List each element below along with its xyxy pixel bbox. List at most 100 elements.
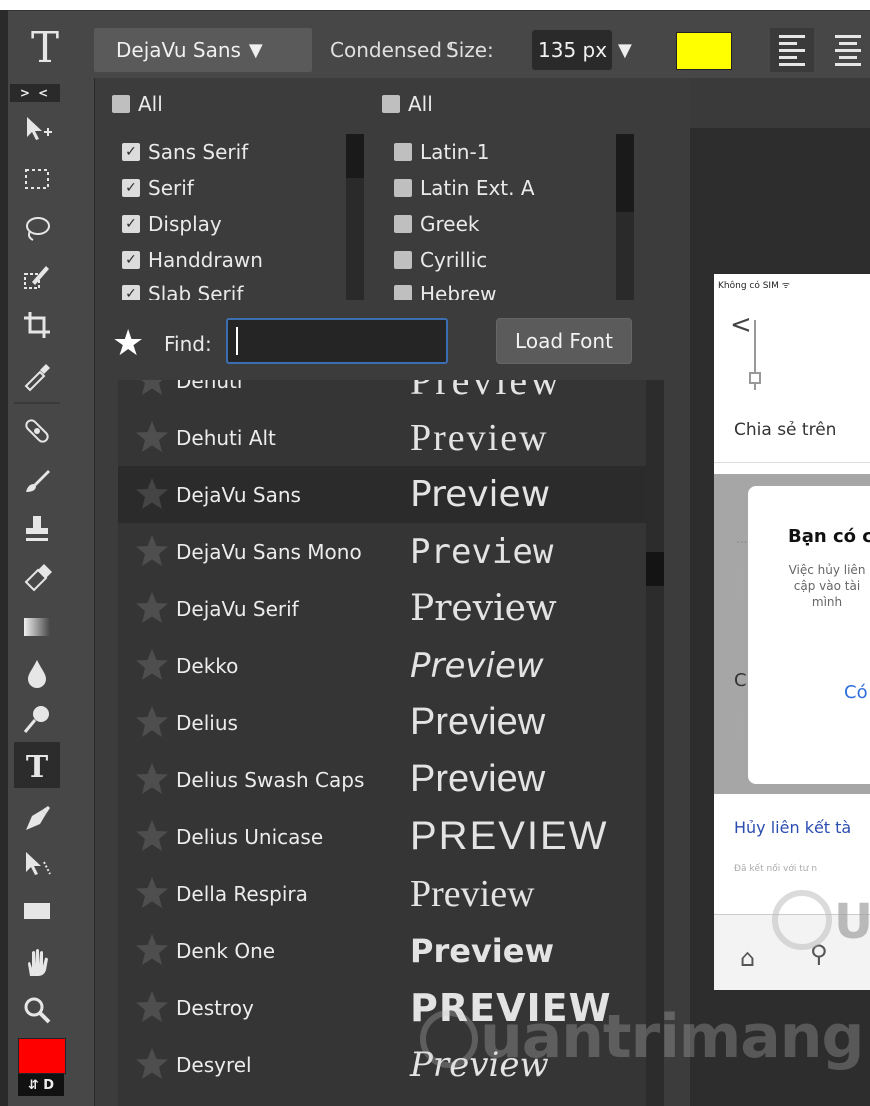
- brush-tool[interactable]: [14, 458, 60, 504]
- favorite-star-icon[interactable]: [132, 645, 172, 685]
- favorite-star-icon[interactable]: [132, 873, 172, 913]
- font-list-scrollbar[interactable]: [646, 380, 664, 1106]
- category-item[interactable]: ✓ Sans Serif: [122, 140, 248, 164]
- magnifier-icon: [24, 997, 51, 1024]
- font-name: Dekko: [176, 653, 239, 678]
- watermark-logo-icon: [420, 1010, 478, 1068]
- font-list-item[interactable]: Delius Preview: [118, 694, 646, 751]
- type-tool[interactable]: T: [14, 742, 60, 788]
- dialog-yes-button: Có: [844, 682, 868, 703]
- dodge-tool[interactable]: [14, 696, 60, 742]
- font-list-item[interactable]: Dehuti Alt Preview: [118, 409, 646, 466]
- favorite-star-icon[interactable]: [132, 531, 172, 571]
- script-scroll-thumb[interactable]: [616, 134, 634, 212]
- swap-default-colors-button[interactable]: ⇵ D: [18, 1074, 64, 1096]
- font-list-item[interactable]: Delius Swash Caps Preview: [118, 751, 646, 808]
- font-family-value: DejaVu Sans: [116, 38, 241, 62]
- eyedropper-icon: [24, 364, 50, 392]
- favorite-star-icon[interactable]: [132, 759, 172, 799]
- text-caret: [236, 327, 238, 355]
- collapse-toolbar-button[interactable]: > <: [10, 84, 60, 102]
- favorite-star-icon[interactable]: [132, 816, 172, 856]
- find-font-input[interactable]: [226, 318, 448, 364]
- script-list: Latin-1 Latin Ext. A Greek Cyrillic Hebr…: [388, 134, 616, 300]
- favorite-star-icon[interactable]: [132, 987, 172, 1027]
- phone-connected-text: Đã kết nối với tư n: [734, 864, 818, 874]
- font-style-dropdown[interactable]: Condensed ': [318, 28, 532, 72]
- favorites-star-icon[interactable]: ★: [112, 326, 144, 362]
- font-family-dropdown[interactable]: DejaVu Sans ▼: [94, 28, 312, 72]
- dialog-body: Việc hủy liên cập vào tài mình: [772, 562, 870, 610]
- font-list-item[interactable]: Delius Unicase PREVIEW: [118, 808, 646, 865]
- text-color-swatch[interactable]: [676, 32, 732, 70]
- font-name: Destroy: [176, 995, 254, 1020]
- favorite-star-icon[interactable]: [132, 417, 172, 457]
- checkbox-icon: [394, 251, 412, 269]
- checkbox-icon: [382, 95, 400, 113]
- size-dropdown-arrow-icon[interactable]: ▼: [618, 28, 632, 72]
- path-select-tool[interactable]: [14, 842, 60, 888]
- font-size-input[interactable]: 135 px: [532, 30, 612, 70]
- pen-tool[interactable]: [14, 796, 60, 842]
- font-list-item[interactable]: Della Respira Preview: [118, 865, 646, 922]
- move-tool[interactable]: [14, 106, 60, 152]
- category-item[interactable]: ✓ Slab Serif: [122, 282, 243, 300]
- align-left-button[interactable]: [770, 28, 814, 72]
- script-item-label: Latin-1: [420, 140, 490, 164]
- hand-tool[interactable]: [14, 940, 60, 986]
- healing-tool[interactable]: [14, 408, 60, 454]
- lasso-tool[interactable]: [14, 206, 60, 252]
- marquee-tool[interactable]: [14, 156, 60, 202]
- script-all-checkbox[interactable]: All: [382, 92, 433, 116]
- brush-icon: [26, 470, 50, 492]
- crop-tool[interactable]: [14, 302, 60, 348]
- script-item[interactable]: Greek: [394, 212, 479, 236]
- favorite-star-icon[interactable]: [132, 474, 172, 514]
- shape-tool[interactable]: [14, 888, 60, 934]
- font-name: Dehuti Alt: [176, 425, 276, 450]
- clone-stamp-tool[interactable]: [14, 506, 60, 552]
- align-center-button[interactable]: [826, 28, 870, 72]
- category-all-checkbox[interactable]: All: [112, 92, 163, 116]
- script-item[interactable]: Hebrew: [394, 282, 496, 300]
- font-name: Delius: [176, 710, 238, 735]
- category-item[interactable]: ✓ Display: [122, 212, 222, 236]
- phone-row-t2: ti: [736, 586, 743, 596]
- category-item[interactable]: ✓ Serif: [122, 176, 194, 200]
- gradient-tool[interactable]: [14, 604, 60, 650]
- favorite-star-icon[interactable]: [132, 930, 172, 970]
- checkbox-checked-icon: ✓: [122, 215, 140, 233]
- category-item[interactable]: ✓ Handdrawn: [122, 248, 263, 272]
- phone-unlink-text: Hủy liên kết tà: [734, 818, 852, 837]
- eyedropper-tool[interactable]: [14, 352, 60, 398]
- font-list-item[interactable]: Dekko Preview: [118, 637, 646, 694]
- script-item[interactable]: Latin Ext. A: [394, 176, 535, 200]
- checkbox-checked-icon: ✓: [122, 179, 140, 197]
- font-list-item[interactable]: DejaVu Serif Preview: [118, 580, 646, 637]
- blur-tool[interactable]: [14, 650, 60, 696]
- category-scroll-thumb[interactable]: [346, 134, 364, 178]
- watermark-logo-icon: [772, 890, 832, 950]
- script-item[interactable]: Cyrillic: [394, 248, 487, 272]
- favorite-star-icon[interactable]: [132, 380, 172, 400]
- favorite-star-icon[interactable]: [132, 702, 172, 742]
- category-item-label: Sans Serif: [148, 140, 249, 164]
- font-preview: Preview: [410, 645, 544, 686]
- font-list-item-selected[interactable]: DejaVu Sans Preview: [118, 466, 646, 523]
- quick-select-tool[interactable]: [14, 254, 60, 300]
- font-list-item[interactable]: Dehuti Preview: [118, 380, 646, 409]
- zoom-tool[interactable]: [14, 988, 60, 1034]
- script-item[interactable]: Latin-1: [394, 140, 489, 164]
- font-name: Desyrel: [176, 1052, 252, 1077]
- checkbox-icon: [394, 179, 412, 197]
- script-item-label: Greek: [420, 212, 480, 236]
- eraser-tool[interactable]: [14, 554, 60, 600]
- foreground-color-swatch[interactable]: [18, 1038, 66, 1074]
- font-list-item[interactable]: Denk One Preview: [118, 922, 646, 979]
- font-list-item[interactable]: DejaVu Sans Mono Preview: [118, 523, 646, 580]
- font-list-scroll-thumb[interactable]: [646, 552, 664, 586]
- load-font-button[interactable]: Load Font: [496, 318, 632, 364]
- favorite-star-icon[interactable]: [132, 588, 172, 628]
- phone-dialog: Bạn có c Việc hủy liên cập vào tài mình …: [748, 486, 870, 784]
- favorite-star-icon[interactable]: [132, 1044, 172, 1084]
